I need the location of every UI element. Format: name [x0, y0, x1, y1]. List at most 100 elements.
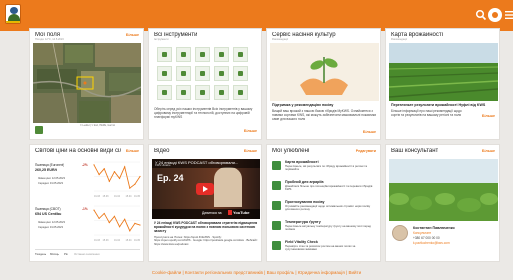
- menu-icon[interactable]: [505, 9, 513, 21]
- tab-month[interactable]: Місяць: [50, 252, 59, 256]
- tool-tile-icon[interactable]: [157, 85, 172, 100]
- favorite-title: Карта врожайності: [285, 160, 319, 164]
- price-item-name: Пшениця (Euronext): [35, 163, 65, 167]
- x-tick-label: 15.04: [126, 239, 133, 242]
- price-point: [129, 187, 131, 189]
- price-point: [134, 183, 136, 185]
- price-value: 260,25 EUR/t: [35, 168, 57, 172]
- card-my-fields: Мої поля Більше Погода: 12°C, 14.5.2023 …: [29, 28, 144, 140]
- card-yield-map: Карта врожайності Рекомендації Переглянь…: [385, 28, 500, 140]
- price-date: Зміна ціни: 12.05.2023: [38, 177, 65, 180]
- price-value: 654 US Cent/bu: [35, 212, 62, 216]
- price-point: [118, 226, 121, 228]
- divider: [35, 249, 140, 250]
- card-video: Відео Більше У 24 епізоді KWS PODCAST об…: [148, 144, 262, 262]
- last-updated-label: Останнє оновлення: [74, 252, 100, 256]
- favorite-item[interactable]: Прогнозування посіву Отримайте рекоменда…: [267, 199, 382, 217]
- video-links[interactable]: Прослухати на iTunes: https://spoti.fi/4…: [154, 236, 258, 260]
- edit-link[interactable]: Редагувати: [356, 149, 376, 153]
- price-change: -2%: [82, 163, 88, 167]
- more-link[interactable]: Більше: [126, 149, 139, 153]
- sowing-forecast-icon: [272, 201, 281, 210]
- consultant-avatar: [392, 225, 408, 241]
- map-attribution: © Leaflet | © Esri, HERE, Garmin: [80, 124, 116, 127]
- price-point: [113, 215, 116, 217]
- card-title: Відео: [154, 148, 170, 154]
- card-title: Світові ціни на основні види сільсь...: [35, 148, 121, 154]
- price-date: Середня: 01.05.2023: [38, 182, 63, 185]
- card-seed-service: Сервіс насіння культур Рекомендації Підт…: [266, 28, 381, 140]
- item-description: Вищий ваш врожай з нашою базою гібридів …: [272, 109, 377, 121]
- tool-tile-icon[interactable]: [176, 85, 191, 100]
- tool-tile-icon[interactable]: [195, 66, 210, 81]
- price-point: [129, 230, 131, 232]
- more-link[interactable]: Більше: [482, 114, 495, 118]
- x-tick-label: 01.05: [134, 239, 141, 242]
- favorite-item[interactable]: Пробний для аграріїв Дізнайтеся більше п…: [267, 179, 382, 197]
- seed-hands-image: [270, 43, 379, 101]
- x-tick-label: 15.03: [103, 195, 110, 198]
- consultant-phone[interactable]: +380 67 000 00 00: [413, 236, 440, 240]
- more-link[interactable]: Більше: [244, 129, 257, 133]
- price-point: [124, 166, 126, 168]
- tool-tile-icon[interactable]: [157, 47, 172, 62]
- tab-week[interactable]: Тиждень: [35, 252, 46, 256]
- item-title: Підтримка у рекомендаціях посіву: [272, 103, 334, 107]
- kws-logo-icon[interactable]: [5, 4, 21, 24]
- tool-tile-icon[interactable]: [233, 47, 248, 62]
- consultant-field-image: [389, 159, 498, 221]
- tool-tile-icon[interactable]: [214, 66, 229, 81]
- user-avatar-icon[interactable]: [488, 8, 502, 22]
- tool-tile-icon[interactable]: [233, 85, 248, 100]
- more-link[interactable]: Більше: [126, 33, 139, 37]
- watch-on-label[interactable]: Дивитися на: [202, 211, 222, 215]
- tab-year[interactable]: Рік: [64, 252, 68, 256]
- price-point: [98, 173, 100, 176]
- price-point: [93, 209, 95, 211]
- favorite-item[interactable]: Температура ґрунту Перегляньте актуальну…: [267, 219, 382, 237]
- x-tick-label: 01.03: [94, 195, 101, 198]
- youtube-label: YouTube: [233, 210, 250, 215]
- field-thumbnail-icon[interactable]: [35, 126, 43, 134]
- price-point: [108, 221, 110, 224]
- tool-tile-icon[interactable]: [195, 47, 210, 62]
- price-item-name: Пшениця (CBOT): [35, 207, 61, 211]
- card-all-tools: Всі інструменти Інструменти Оберіть сере…: [148, 28, 262, 140]
- favorite-item[interactable]: Карта врожайності Перегляньте, які резул…: [267, 159, 382, 177]
- card-subtitle: Інструменти: [154, 38, 169, 41]
- card-title: Мої улюблені: [272, 148, 310, 154]
- field-vitality-icon: [272, 241, 281, 250]
- video-player[interactable]: У 24 епізоді KWS PODCAST обговорювали...…: [152, 159, 260, 219]
- more-link[interactable]: Більше: [244, 149, 257, 153]
- price-chart-cbot[interactable]: 01.03 15.03 01.04 15.04 01.05: [92, 203, 142, 243]
- favorite-text: Отримайте рекомендації щодо оптимальних …: [285, 205, 371, 212]
- fields-map[interactable]: [33, 43, 141, 123]
- more-link[interactable]: Більше: [363, 130, 376, 134]
- favorite-title: Температура ґрунту: [285, 220, 321, 224]
- tool-tile-icon[interactable]: [176, 47, 191, 62]
- consultant-email[interactable]: k.pavliuchenko@kws.com: [413, 241, 450, 245]
- weather-subtitle: Погода: 12°C, 14.5.2023: [35, 38, 64, 41]
- x-tick-label: 01.03: [94, 239, 101, 242]
- tool-tile-icon[interactable]: [233, 66, 248, 81]
- x-tick-label: 01.05: [134, 195, 141, 198]
- tool-tile-icon[interactable]: [176, 66, 191, 81]
- x-tick-label: 15.04: [126, 195, 133, 198]
- tool-tile-icon[interactable]: [157, 66, 172, 81]
- price-chart-euronext[interactable]: 01.03 15.03 01.04 15.04 01.05: [92, 159, 142, 199]
- soil-temperature-icon: [272, 221, 281, 230]
- tool-tile-icon[interactable]: [214, 85, 229, 100]
- favorite-item[interactable]: Field Vitality Check Перевірте стан та р…: [267, 239, 382, 257]
- more-link[interactable]: Більше: [482, 149, 495, 153]
- field-photo-image: [389, 43, 498, 101]
- price-point: [118, 177, 121, 180]
- tool-tile-icon[interactable]: [214, 47, 229, 62]
- consultant-name: Костянтин Павлюченко: [413, 226, 455, 230]
- favorite-text: Перегляньте, які результати по гібриду в…: [285, 165, 367, 172]
- play-button-icon[interactable]: [196, 183, 214, 195]
- video-channel: KWS Ukraine: [155, 164, 171, 167]
- x-tick-label: 01.04: [114, 239, 121, 242]
- footer-links[interactable]: Cookie-файли | Контакти регіональних пре…: [0, 270, 513, 275]
- tool-tile-icon[interactable]: [195, 85, 210, 100]
- search-icon[interactable]: [475, 9, 487, 21]
